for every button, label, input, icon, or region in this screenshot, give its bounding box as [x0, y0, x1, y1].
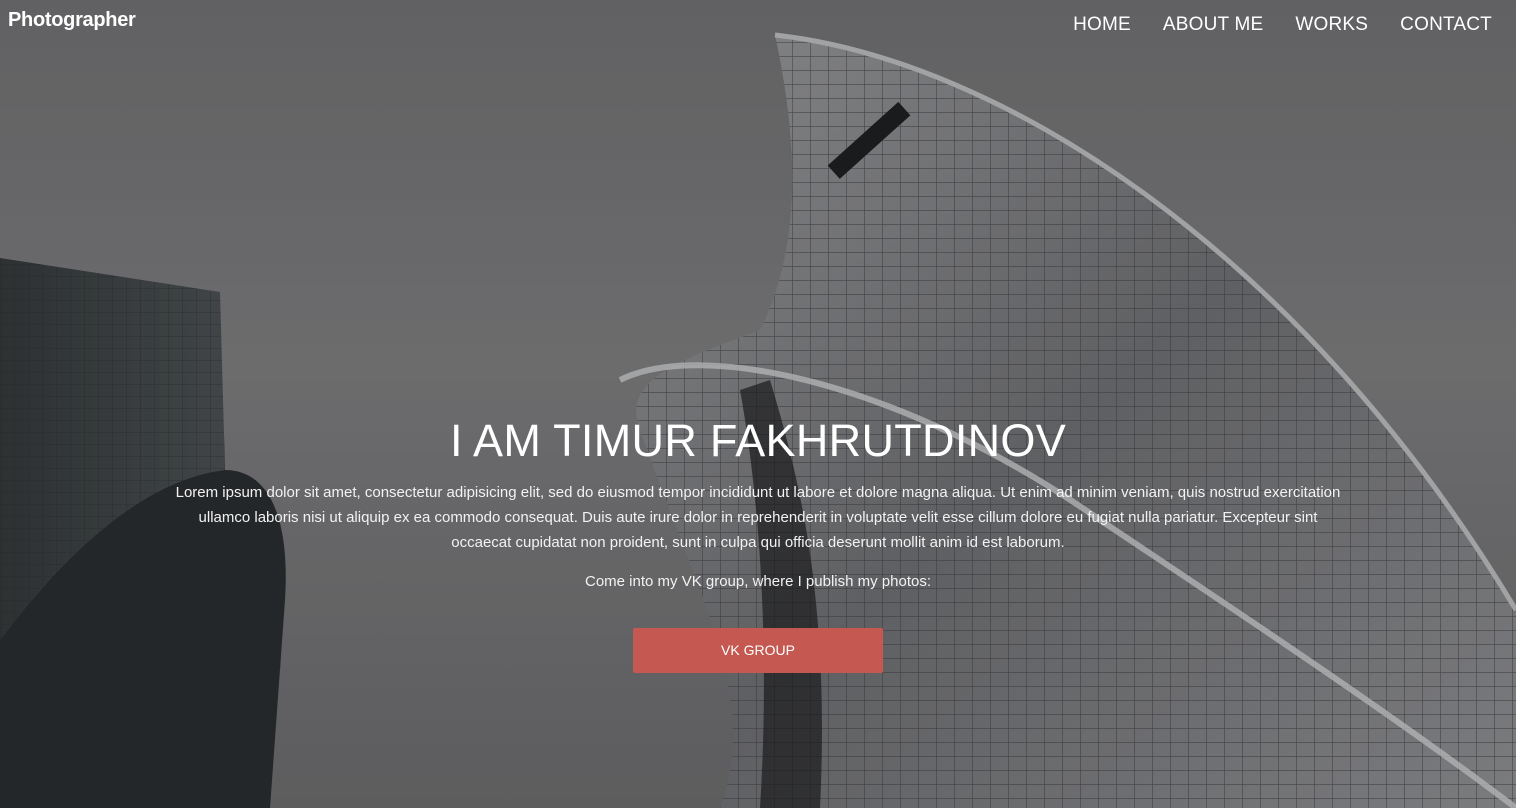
- hero-title: I AM TIMUR FAKHRUTDINOV: [449, 415, 1067, 466]
- nav-works[interactable]: WORKS: [1295, 14, 1368, 36]
- vk-group-button[interactable]: VK GROUP: [633, 628, 883, 673]
- nav-home[interactable]: HOME: [1073, 14, 1131, 36]
- background-skyscraper-photo: [0, 0, 1516, 808]
- hero-description: Lorem ipsum dolor sit amet, consectetur …: [175, 484, 1341, 551]
- logo[interactable]: Photographer: [8, 9, 136, 32]
- nav-contact[interactable]: CONTACT: [1400, 14, 1492, 36]
- nav-about-me[interactable]: ABOUT ME: [1163, 14, 1264, 36]
- hero-note: Come into my VK group, where I publish m…: [585, 573, 931, 590]
- main-nav: HOME ABOUT ME WORKS CONTACT: [1073, 14, 1492, 36]
- hero-content: I AM TIMUR FAKHRUTDINOV Lorem ipsum dolo…: [170, 414, 1346, 673]
- hero-section: Photographer HOME ABOUT ME WORKS CONTACT…: [0, 0, 1516, 808]
